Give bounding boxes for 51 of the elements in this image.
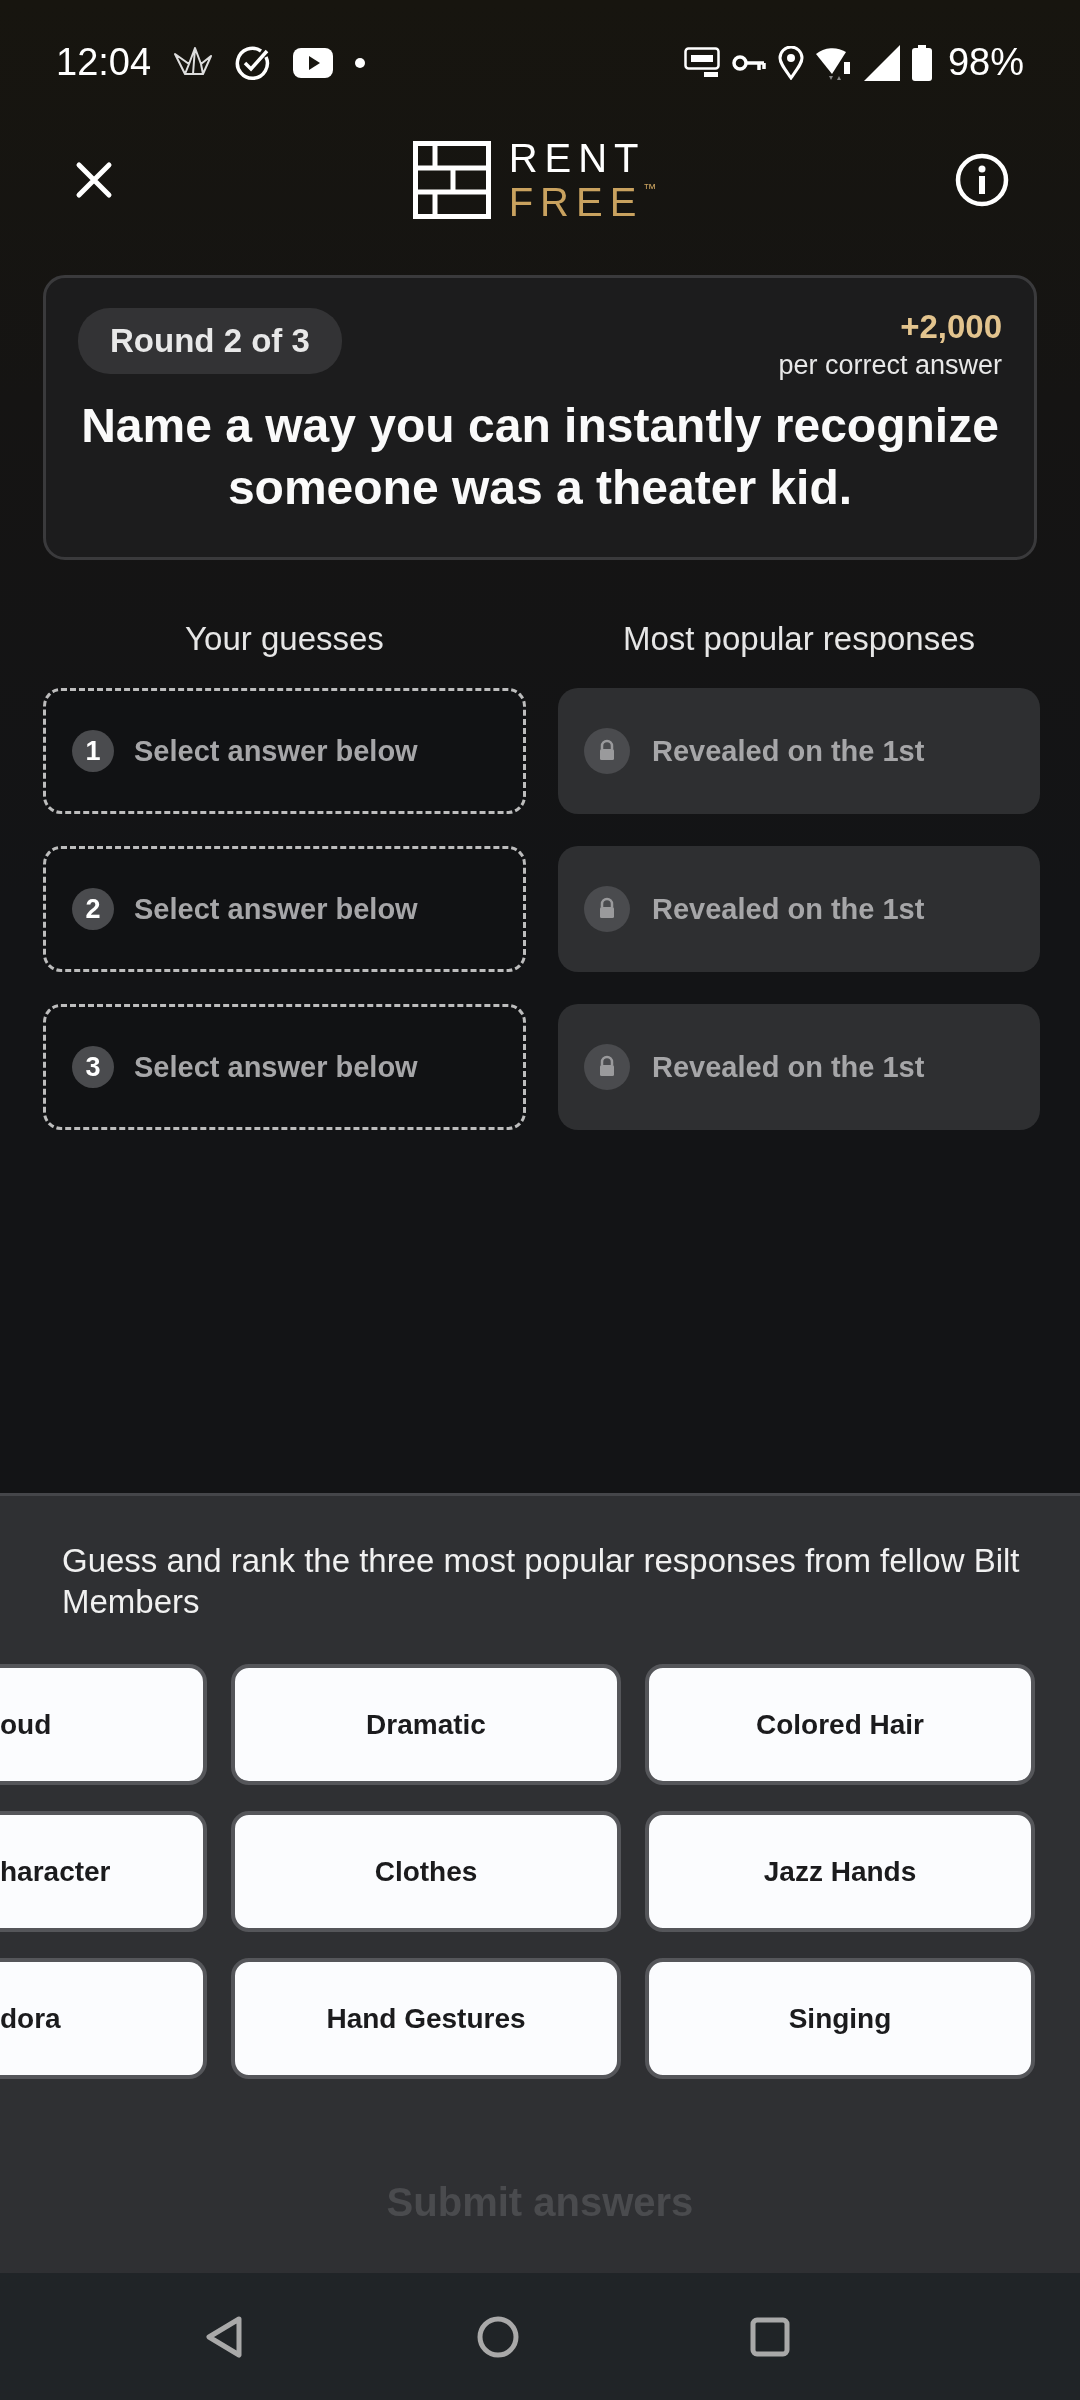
answer-option[interactable]: Colored Hair [645, 1664, 1035, 1785]
answer-option[interactable]: Clothes [231, 1811, 621, 1932]
dot-icon [355, 57, 366, 68]
refresh-rate-icon [683, 46, 720, 79]
wifi-icon [815, 45, 852, 80]
back-icon[interactable] [205, 2314, 245, 2359]
answer-option[interactable]: Singing [645, 1958, 1035, 2079]
response-text: Revealed on the 1st [652, 1050, 925, 1084]
brick-wall-icon [412, 141, 491, 219]
info-icon[interactable] [955, 153, 1009, 207]
key-icon [731, 52, 766, 73]
points-value: +2,000 [900, 308, 1002, 346]
points-note: per correct answer [778, 350, 1002, 381]
guess-slot[interactable]: 3 Select answer below [43, 1004, 526, 1130]
guess-slot[interactable]: 2 Select answer below [43, 846, 526, 972]
check-circle-icon [235, 44, 272, 81]
column-heading: Your guesses [184, 620, 385, 658]
response-text: Revealed on the 1st [652, 892, 925, 926]
lock-icon [584, 886, 630, 932]
rank-number: 3 [72, 1046, 114, 1088]
cell-signal-icon [863, 44, 900, 81]
question-text: Name a way you can instantly recognize someone was a theater kid. [80, 398, 1000, 516]
column-heading: Most popular responses [621, 620, 977, 658]
close-icon[interactable] [74, 160, 114, 200]
guess-slot[interactable]: 1 Select answer below [43, 688, 526, 814]
answer-option[interactable]: Hand Gestures [231, 1958, 621, 2079]
guess-placeholder: Select answer below [134, 892, 418, 926]
answer-option[interactable]: dora [0, 1958, 207, 2079]
round-badge: Round 2 of 3 [78, 308, 342, 374]
rank-number: 2 [72, 888, 114, 930]
battery-icon [911, 44, 932, 81]
battery-percent: 98% [947, 41, 1024, 84]
guess-placeholder: Select answer below [134, 1050, 418, 1084]
instruction-text: Guess and rank the three most popular responses from fellow Bilt Members [61, 1541, 1021, 1622]
lock-icon [584, 1044, 630, 1090]
location-icon [777, 45, 804, 80]
video-play-icon [293, 47, 334, 78]
home-icon[interactable] [476, 2315, 519, 2358]
guess-placeholder: Select answer below [134, 734, 418, 768]
answer-option[interactable]: Jazz Hands [645, 1811, 1035, 1932]
answer-option[interactable]: oud [0, 1664, 207, 1785]
answer-option[interactable]: Dramatic [231, 1664, 621, 1785]
answer-option[interactable]: haracter [0, 1811, 207, 1932]
clock-time: 12:04 [56, 41, 152, 84]
lock-icon [584, 728, 630, 774]
logo-word: FREE [508, 182, 644, 222]
logo-word: RENT [508, 138, 647, 178]
rank-number: 1 [72, 730, 114, 772]
trademark-mark: ™ [643, 182, 657, 195]
response-text: Revealed on the 1st [652, 734, 925, 768]
recents-icon[interactable] [750, 2316, 790, 2357]
